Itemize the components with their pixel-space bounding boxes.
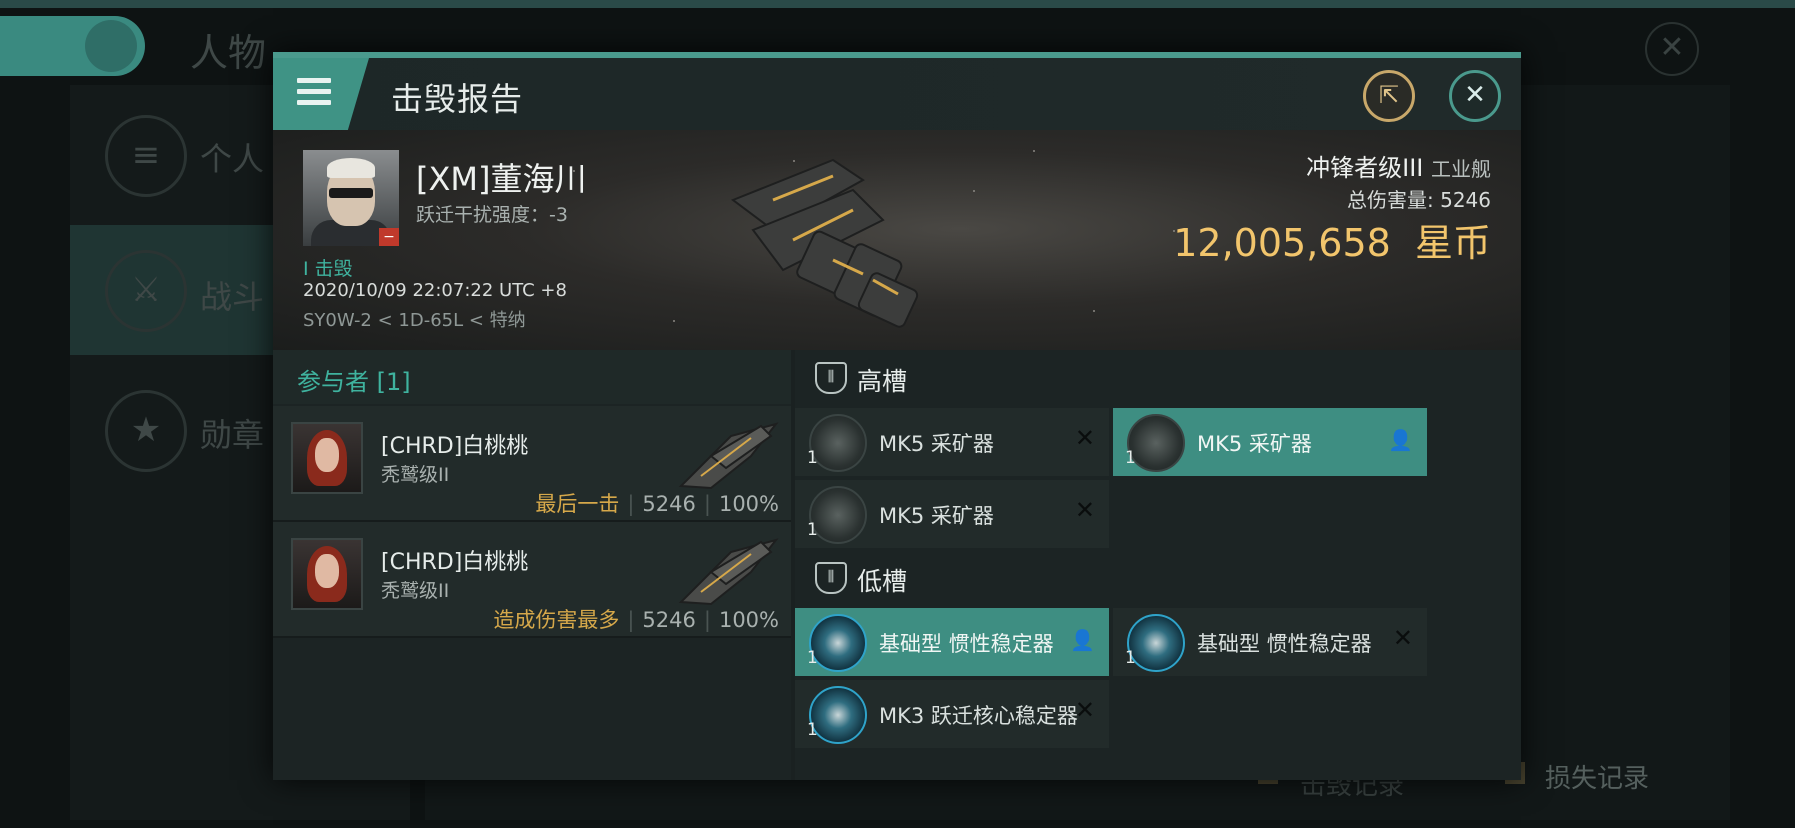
dropped-person-icon: 👤	[1388, 428, 1413, 452]
module-name: MK3 跃迁核心稳定器	[879, 704, 1078, 728]
destroyed-icon: ✕	[1074, 496, 1095, 524]
module-quantity: 1	[1125, 648, 1136, 668]
participants-panel: 参与者 [1] [CHRD]白桃桃 秃鹫级II 最后一击 | 5246 | 100% […	[273, 350, 791, 780]
low-slots-label: 低槽	[857, 567, 908, 596]
top-damage-label: 造成伤害最多	[493, 608, 620, 632]
close-icon[interactable]: ✕	[1449, 70, 1501, 122]
module-quantity: 1	[1125, 448, 1136, 468]
low-slots-header: ⫼ 低槽	[795, 550, 1521, 604]
module-quantity: 1	[807, 448, 818, 468]
personal-icon: ≡	[105, 115, 187, 197]
sidebar-item-label: 个人	[200, 140, 265, 178]
warp-disruption: 跃迁干扰强度：-3	[416, 204, 568, 226]
module-item[interactable]: 1 MK5 采矿器 👤	[1113, 408, 1427, 476]
module-name: MK5 采矿器	[879, 504, 994, 528]
kill-location[interactable]: SY0W-2 < 1D-65L < 特纳	[303, 306, 526, 332]
module-item[interactable]: 1 基础型 惯性稳定器 ✕	[1113, 608, 1427, 676]
module-name: MK5 采矿器	[1197, 432, 1312, 456]
menu-icon	[297, 78, 331, 111]
participant-stats: 造成伤害最多 | 5246 | 100%	[493, 608, 779, 632]
module-name: MK5 采矿器	[879, 432, 994, 456]
modal-title: 击毁报告	[391, 80, 524, 118]
main-menu-button[interactable]	[0, 16, 145, 76]
top-bar	[0, 0, 1795, 8]
module-item[interactable]: 1 MK3 跃迁核心稳定器 ✕	[795, 680, 1109, 748]
participant-damage: 5246	[642, 492, 696, 516]
participant-damage: 5246	[642, 608, 696, 632]
page-title: 人物	[190, 31, 267, 75]
low-slot-icon: ⫼	[815, 562, 847, 594]
isk-value: 12,005,658 星币	[1173, 212, 1491, 267]
module-name: 基础型 惯性稳定器	[879, 632, 1054, 656]
victim-avatar[interactable]: −	[303, 150, 399, 246]
participant-ship: 秃鹫级II	[381, 580, 450, 602]
kill-tag: I 击毁	[303, 258, 353, 280]
page-close-icon[interactable]: ✕	[1645, 22, 1699, 76]
module-name: 基础型 惯性稳定器	[1197, 632, 1372, 656]
hostile-badge: −	[379, 228, 399, 246]
total-damage: 总伤害量: 5246	[1347, 188, 1491, 212]
participant-ship: 秃鹫级II	[381, 464, 450, 486]
medal-icon: ★	[105, 390, 187, 472]
high-slot-icon: ⫼	[815, 362, 847, 394]
participant-ship-image	[678, 422, 779, 490]
victim-ship-name: 冲锋者级III 工业舰	[1306, 154, 1491, 182]
participants-title: 参与者 [1]	[297, 368, 411, 396]
ship-class: 工业舰	[1431, 157, 1491, 181]
combat-icon: ⚔	[105, 250, 187, 332]
isk-currency: 星币	[1414, 221, 1491, 265]
module-item[interactable]: 1 MK5 采矿器 ✕	[795, 408, 1109, 476]
module-quantity: 1	[807, 648, 818, 668]
final-blow-label: 最后一击	[535, 492, 620, 516]
participant-name: [CHRD]白桃桃	[381, 550, 529, 575]
sidebar-item-label: 战斗	[200, 278, 265, 316]
menu-icon	[85, 20, 137, 72]
module-quantity: 1	[807, 520, 818, 540]
destroyed-icon: ✕	[1392, 624, 1413, 652]
isk-amount: 12,005,658	[1173, 221, 1391, 265]
sidebar-item-label: 勋章	[200, 416, 265, 454]
module-item[interactable]: 1 MK5 采矿器 ✕	[795, 480, 1109, 548]
loss-records-tab[interactable]: 损失记录	[1545, 758, 1649, 795]
high-slots-header: ⫼ 高槽	[795, 350, 1521, 404]
participant-row[interactable]: [CHRD]白桃桃 秃鹫级II 最后一击 | 5246 | 100%	[273, 406, 791, 522]
destroyed-icon: ✕	[1074, 696, 1095, 724]
participants-header: 参与者 [1]	[273, 350, 791, 404]
participant-avatar[interactable]	[291, 422, 363, 494]
participant-percent: 100%	[718, 608, 779, 632]
share-icon[interactable]: ⇱	[1363, 70, 1415, 122]
participant-row[interactable]: [CHRD]白桃桃 秃鹫级II 造成伤害最多 | 5246 | 100%	[273, 522, 791, 638]
destroyed-icon: ✕	[1074, 424, 1095, 452]
participant-name: [CHRD]白桃桃	[381, 434, 529, 459]
participant-percent: 100%	[718, 492, 779, 516]
high-slots-label: 高槽	[857, 367, 908, 396]
victim-name[interactable]: [XM]董海川	[416, 154, 587, 200]
fitting-panel: ⫼ 高槽 1 MK5 采矿器 ✕ 1 MK5 采矿器 👤 1 MK5 采矿器 ✕…	[795, 350, 1521, 780]
kill-timestamp: 2020/10/09 22:07:22 UTC +8	[303, 280, 567, 301]
kill-report-modal: 击毁报告 ⇱ ✕ − [XM]董海川 跃迁干扰强度：-3 I 击毁 2020/1…	[273, 52, 1521, 780]
dropped-person-icon: 👤	[1070, 628, 1095, 652]
participant-avatar[interactable]	[291, 538, 363, 610]
victim-ship-image	[730, 158, 919, 328]
modal-header: 击毁报告 ⇱ ✕	[273, 58, 1521, 130]
module-item[interactable]: 1 基础型 惯性稳定器 👤	[795, 608, 1109, 676]
victim-summary: − [XM]董海川 跃迁干扰强度：-3 I 击毁 2020/10/09 22:0…	[273, 130, 1521, 350]
participant-stats: 最后一击 | 5246 | 100%	[535, 492, 779, 516]
modal-menu-button[interactable]	[273, 58, 369, 130]
module-quantity: 1	[807, 720, 818, 740]
participant-ship-image	[678, 538, 779, 606]
